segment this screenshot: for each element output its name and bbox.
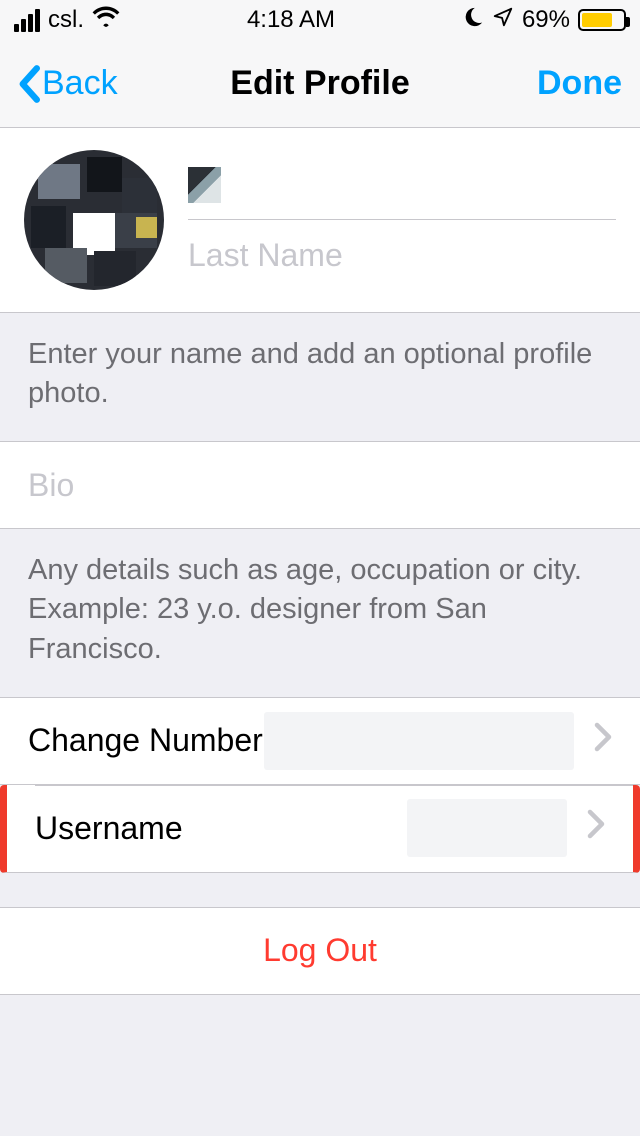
nav-bar: Back Edit Profile Done: [0, 40, 640, 128]
first-name-value-redacted: [188, 167, 221, 203]
cellular-signal-icon: [14, 9, 40, 32]
do-not-disturb-icon: [462, 6, 484, 35]
name-fields: [188, 150, 616, 290]
wifi-icon: [92, 6, 120, 35]
last-name-row[interactable]: [188, 220, 616, 290]
bio-help-text: Any details such as age, occupation or c…: [0, 529, 640, 696]
status-bar: csl. 4:18 AM 69%: [0, 0, 640, 40]
carrier-label: csl.: [48, 6, 84, 34]
avatar[interactable]: [24, 150, 164, 290]
profile-section: [0, 128, 640, 313]
logout-label: Log Out: [263, 932, 377, 969]
logout-button[interactable]: Log Out: [0, 907, 640, 995]
account-rows: Change Number Username: [0, 697, 640, 873]
bio-input[interactable]: [28, 467, 612, 504]
battery-fill: [582, 13, 612, 27]
done-button[interactable]: Done: [537, 64, 622, 103]
first-name-input[interactable]: [229, 166, 616, 203]
back-button[interactable]: Back: [18, 64, 118, 103]
battery-icon: [578, 9, 626, 31]
username-label: Username: [35, 810, 183, 847]
name-help-text: Enter your name and add an optional prof…: [0, 313, 640, 441]
change-number-label: Change Number: [28, 722, 263, 759]
change-number-row[interactable]: Change Number: [0, 697, 640, 785]
chevron-right-icon: [594, 722, 612, 760]
username-row[interactable]: Username: [0, 785, 640, 873]
last-name-input[interactable]: [188, 237, 616, 274]
chevron-right-icon: [587, 809, 605, 847]
battery-percent: 69%: [522, 6, 570, 34]
back-label: Back: [42, 64, 118, 103]
username-value-redacted: [407, 799, 567, 857]
first-name-row[interactable]: [188, 150, 616, 220]
status-left: csl.: [14, 6, 120, 35]
status-time: 4:18 AM: [247, 6, 335, 34]
status-right: 69%: [462, 6, 626, 35]
chevron-left-icon: [18, 65, 40, 103]
bio-row[interactable]: [0, 441, 640, 529]
location-icon: [492, 6, 514, 35]
phone-number-value-redacted: [264, 712, 574, 770]
